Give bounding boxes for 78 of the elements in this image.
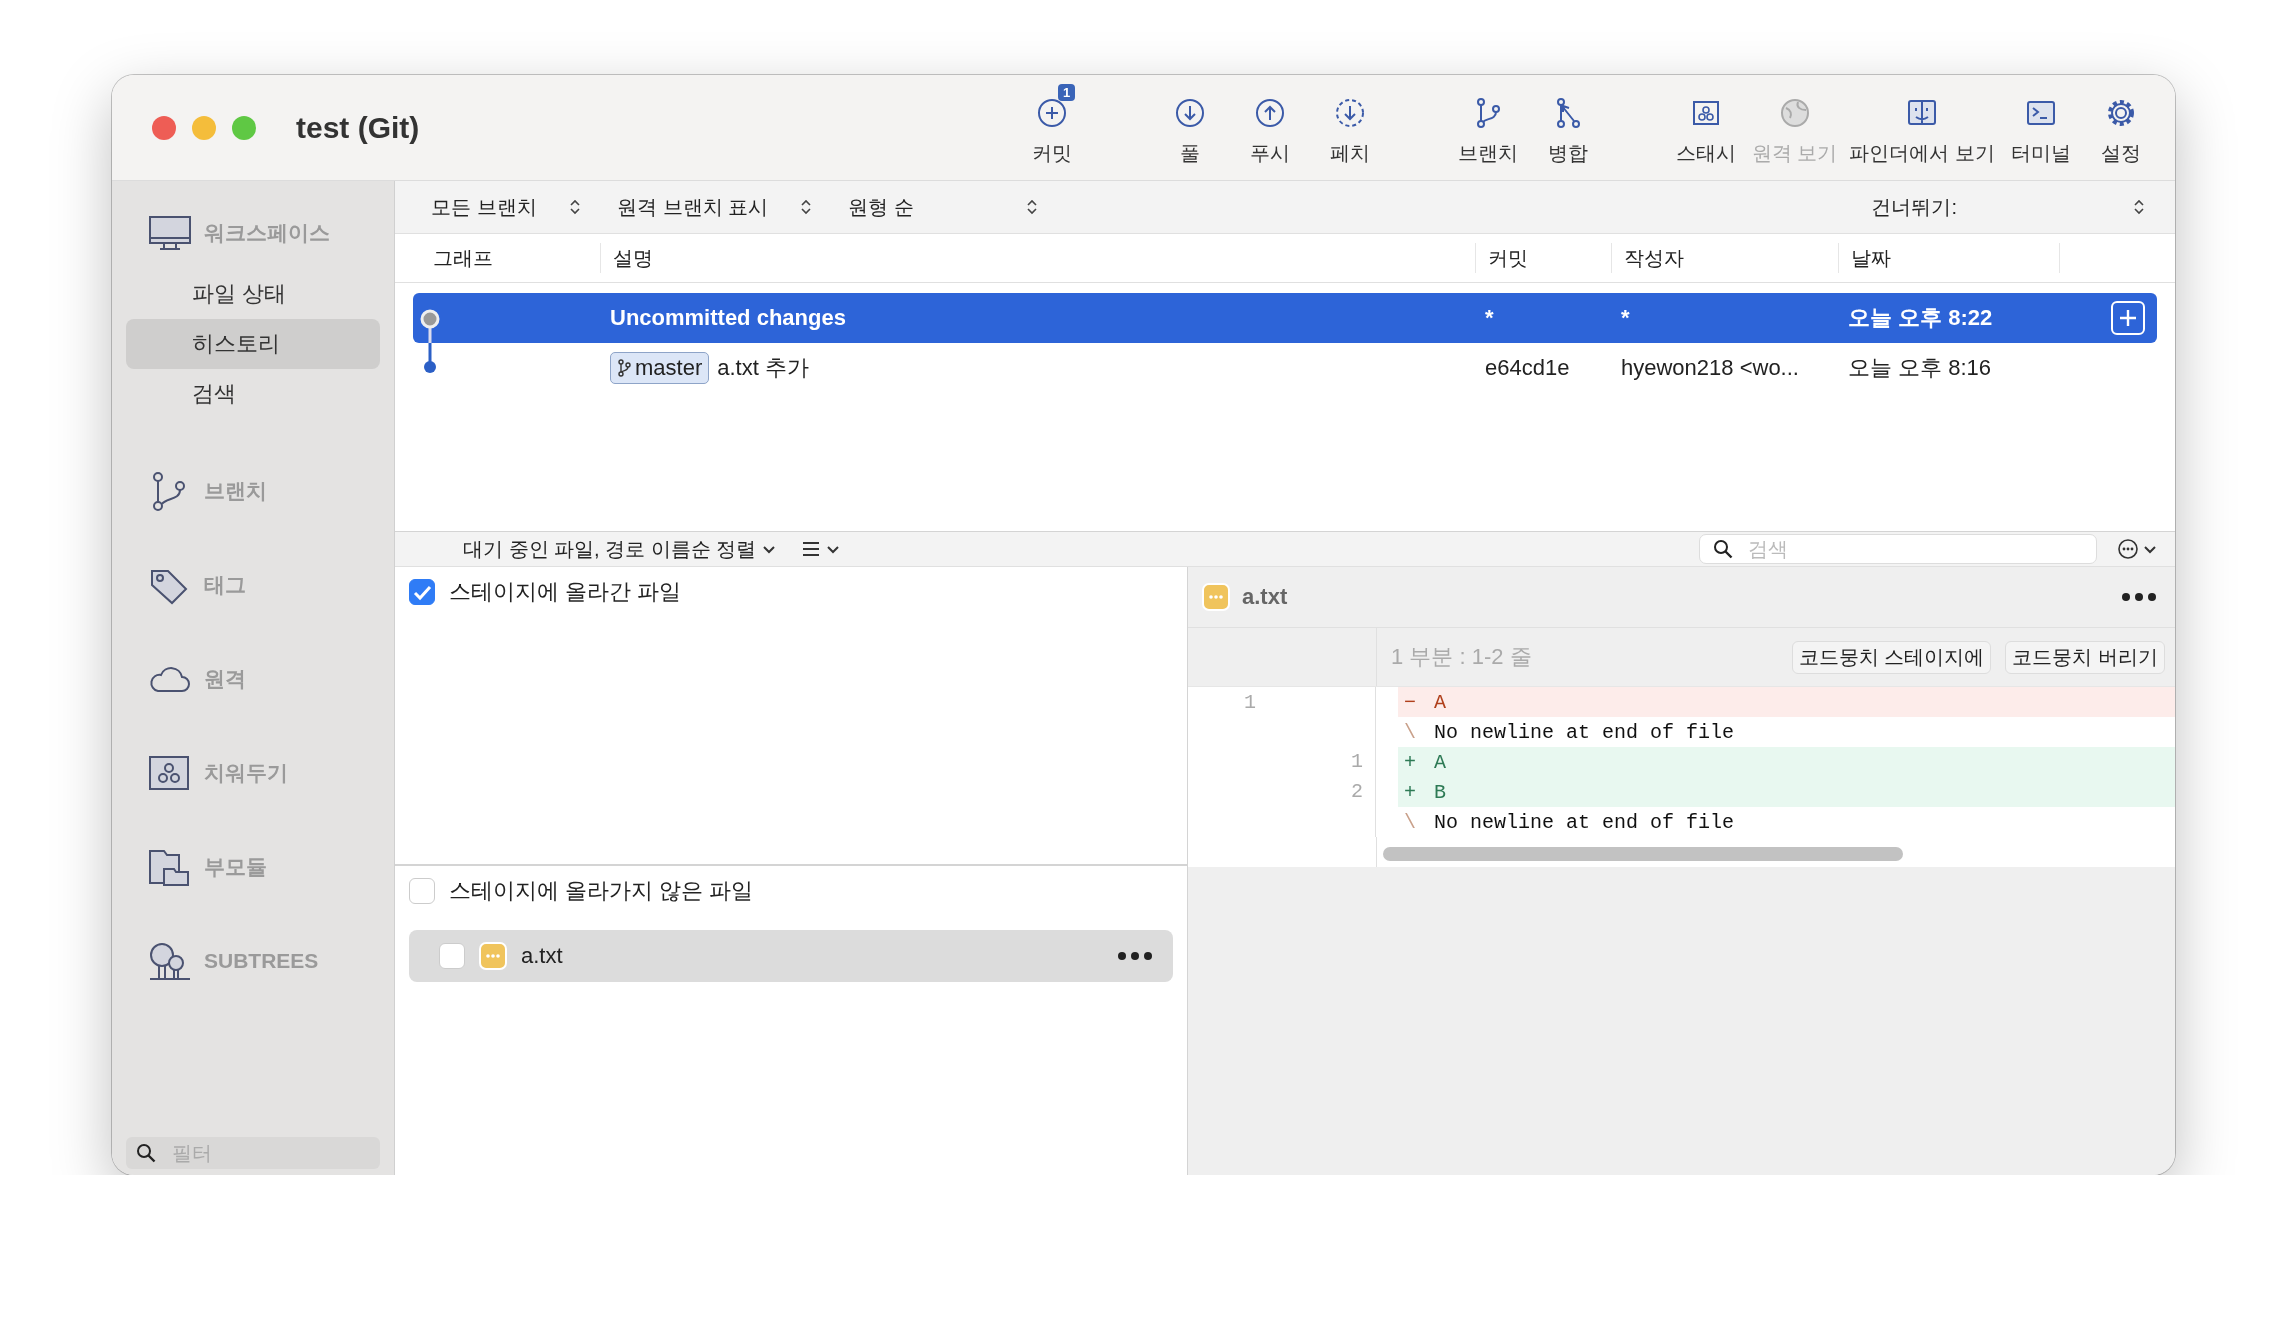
updown-chevron-icon xyxy=(800,198,812,216)
options-dropdown[interactable] xyxy=(2117,538,2157,560)
file-name: a.txt xyxy=(521,943,563,969)
commit-hash: * xyxy=(1484,305,1495,331)
updown-chevron-icon xyxy=(2133,198,2145,216)
section-label: 스테이지에 올라간 파일 xyxy=(449,578,682,606)
more-circle-icon xyxy=(2117,538,2139,560)
column-header[interactable]: 날짜 xyxy=(1838,243,2059,273)
chevron-down-icon xyxy=(2143,544,2157,554)
sidebar-item[interactable]: 히스토리 xyxy=(126,319,380,369)
modified-file-icon xyxy=(1202,583,1230,611)
diff-line: \ No newline at end of file xyxy=(1403,809,1736,836)
commit-row[interactable]: Uncommitted changes * * 오늘 오후 8:22 xyxy=(413,293,2157,343)
commit-hash: e64cd1e xyxy=(1484,355,1571,381)
commit-date: 오늘 오후 8:16 xyxy=(1847,354,1993,382)
toolbar-button[interactable]: 커밋 1 xyxy=(1011,84,1092,167)
search-field[interactable]: 검색 xyxy=(1699,534,2097,564)
branch-label: master xyxy=(610,352,710,384)
commit-row[interactable]: master a.txt 추가 e64cd1e hyewon218 <wo... 오늘 오후 8:16 xyxy=(413,343,2157,393)
monitor-icon xyxy=(148,213,192,253)
updown-chevron-icon xyxy=(1026,198,1038,216)
file-row[interactable]: a.txt xyxy=(409,930,1173,982)
add-button[interactable] xyxy=(2111,301,2145,335)
toolbar-button[interactable]: 페치 xyxy=(1309,84,1390,167)
toolbar-button[interactable]: 풀 xyxy=(1149,84,1230,167)
stash-box-icon xyxy=(148,753,192,793)
hunk-title: 1 부분 : 1-2 줄 xyxy=(1391,643,1532,671)
toolbar-button[interactable]: 파인더에서 보기 xyxy=(1843,84,2001,167)
more-icon xyxy=(1117,950,1153,962)
updown-chevron-icon xyxy=(569,198,581,216)
commit-date: 오늘 오후 8:22 xyxy=(1847,304,1994,332)
trees-icon xyxy=(148,941,192,981)
file-name: a.txt xyxy=(1242,584,1288,610)
toolbar-button[interactable]: 설정 xyxy=(2081,84,2161,167)
chevron-down-icon xyxy=(762,544,777,554)
toolbar-button[interactable]: 브랜치 xyxy=(1447,84,1528,167)
scrollbar-thumb[interactable] xyxy=(1383,847,1903,861)
hunk-button[interactable]: 코드뭉치 버리기 xyxy=(2005,640,2165,674)
column-header[interactable]: 그래프 xyxy=(413,243,600,273)
filter-dropdown[interactable]: 모든 브랜치 xyxy=(425,192,587,222)
more-button[interactable] xyxy=(1117,950,1153,962)
folders-icon xyxy=(148,847,192,887)
toolbar-button[interactable]: 푸시 xyxy=(1229,84,1310,167)
more-button[interactable] xyxy=(2121,591,2157,603)
commit-message: Uncommitted changes xyxy=(610,305,846,331)
view-mode-dropdown[interactable] xyxy=(802,540,841,558)
toolbar-button[interactable]: 터미널 xyxy=(2001,84,2081,167)
modified-file-icon xyxy=(479,942,507,970)
graph-node-drawing xyxy=(419,308,441,343)
commit-author: hyewon218 <wo... xyxy=(1620,355,1800,381)
branch-icon xyxy=(617,359,631,377)
sidebar-item[interactable]: 검색 xyxy=(126,369,380,419)
column-header[interactable]: 작성자 xyxy=(1611,243,1838,273)
sort-dropdown[interactable]: 대기 중인 파일, 경로 이름순 정렬 xyxy=(457,534,783,564)
checkbox[interactable] xyxy=(409,579,435,605)
sidebar-item[interactable]: 파일 상태 xyxy=(126,269,380,319)
column-header[interactable]: 커밋 xyxy=(1475,243,1611,273)
list-icon xyxy=(802,540,821,558)
hunk-button[interactable]: 코드뭉치 스테이지에 xyxy=(1791,640,1992,674)
window-title: test (Git) xyxy=(296,110,421,145)
column-header[interactable]: 설명 xyxy=(600,243,1475,273)
plus-icon xyxy=(2118,308,2138,328)
filter-dropdown[interactable]: 원격 브랜치 표시 xyxy=(611,192,818,222)
chevron-down-icon xyxy=(826,544,841,554)
toolbar-button[interactable]: 스태시 xyxy=(1665,84,1746,167)
checkbox[interactable] xyxy=(409,878,435,904)
section-label: 스테이지에 올라가지 않은 파일 xyxy=(449,877,754,905)
commit-author: * xyxy=(1620,305,1631,331)
jump-label: 건너뛰기: xyxy=(1871,194,1957,220)
commit-message: a.txt 추가 xyxy=(717,354,809,382)
diff-line: \ No newline at end of file xyxy=(1403,719,1736,746)
filter-dropdown[interactable]: 원형 순 xyxy=(842,192,1044,222)
checkbox[interactable] xyxy=(439,943,465,969)
count-badge: 1 xyxy=(1057,84,1076,101)
toolbar-button[interactable]: 병합 xyxy=(1527,84,1608,167)
line-number: 1 xyxy=(1243,690,1257,714)
more-icon xyxy=(2121,591,2157,603)
close-button[interactable] xyxy=(152,115,176,140)
